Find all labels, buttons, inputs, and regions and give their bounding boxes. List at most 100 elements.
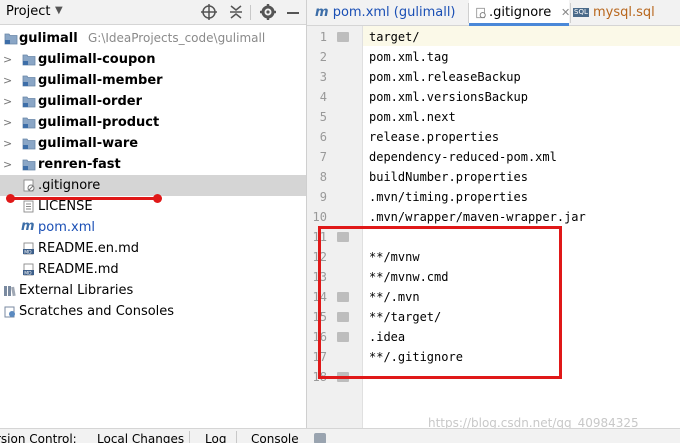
tree-root-gulimall[interactable]: gulimall G:\IdeaProjects_code\gulimall	[0, 28, 307, 49]
tree-module-gulimall-member[interactable]: > gulimall-member	[0, 70, 307, 91]
folder-icon	[4, 33, 18, 45]
module-folder-icon	[22, 117, 36, 129]
project-tree: gulimall G:\IdeaProjects_code\gulimall >…	[0, 28, 307, 322]
tab-separator	[189, 431, 190, 443]
annotation-underline	[10, 197, 158, 200]
tab-gitignore[interactable]: .gitignore ✕	[469, 0, 570, 26]
text-file-icon	[23, 200, 34, 213]
chevron-right-icon[interactable]: >	[3, 133, 12, 154]
module-folder-icon	[22, 54, 36, 66]
tree-external-libraries[interactable]: External Libraries	[0, 280, 307, 301]
line-number: 9	[319, 190, 327, 204]
module-folder-icon	[22, 138, 36, 150]
tab-log[interactable]: Log	[205, 432, 226, 443]
svg-text:MD: MD	[24, 249, 32, 255]
chevron-right-icon[interactable]: >	[3, 112, 12, 133]
code-line: pom.xml.next	[369, 110, 456, 124]
line-number: 7	[319, 150, 327, 164]
tree-file-gitignore[interactable]: .gitignore	[0, 175, 307, 196]
tab-mysql-sql[interactable]: SQL mysql.sql	[573, 0, 673, 26]
code-line: pom.xml.tag	[369, 50, 449, 64]
code-line: dependency-reduced-pom.xml	[369, 150, 557, 164]
gutter-row: 10	[307, 207, 363, 227]
tree-module-gulimall-order[interactable]: > gulimall-order	[0, 91, 307, 112]
tab-version-control[interactable]: rsion Control:	[0, 432, 77, 443]
code-line: .mvn/timing.properties	[369, 190, 528, 204]
maven-icon: m	[315, 5, 329, 20]
gutter-row: 3	[307, 67, 363, 87]
tab-separator	[236, 431, 237, 443]
tree-scratches-label: Scratches and Consoles	[19, 304, 175, 319]
tree-file-readme[interactable]: MD README.md	[0, 259, 307, 280]
sql-icon: SQL	[573, 8, 589, 17]
chevron-down-icon[interactable]: ▼	[55, 5, 63, 16]
code-line: pom.xml.versionsBackup	[369, 90, 528, 104]
minimize-icon[interactable]	[283, 2, 303, 22]
code-line: pom.xml.releaseBackup	[369, 70, 521, 84]
gutter-row: 8	[307, 167, 363, 187]
gutter-row: 2	[307, 47, 363, 67]
annotation-dot	[153, 194, 162, 203]
chevron-right-icon[interactable]: >	[3, 154, 12, 175]
module-folder-icon	[22, 159, 36, 171]
tree-file-label: README.md	[38, 262, 119, 277]
tree-file-label: pom.xml	[38, 220, 95, 235]
close-icon[interactable]	[314, 433, 326, 443]
tree-root-label: gulimall	[19, 31, 78, 46]
gutter-row: 6	[307, 127, 363, 147]
crosshair-icon[interactable]	[199, 2, 219, 22]
annotation-box	[318, 226, 562, 379]
tab-separator	[570, 3, 571, 23]
tab-label: mysql.sql	[593, 5, 655, 20]
line-number: 1	[319, 30, 327, 44]
tree-module-label: gulimall-coupon	[38, 52, 156, 67]
markdown-file-icon: MD	[23, 263, 34, 276]
gutter-row: 9	[307, 187, 363, 207]
tree-module-label: gulimall-product	[38, 115, 160, 130]
annotation-dot	[6, 194, 15, 203]
fold-marker-icon[interactable]	[337, 32, 349, 42]
tree-module-gulimall-product[interactable]: > gulimall-product	[0, 112, 307, 133]
module-folder-icon	[22, 96, 36, 108]
tree-module-label: gulimall-order	[38, 94, 142, 109]
tree-module-renren-fast[interactable]: > renren-fast	[0, 154, 307, 175]
line-number: 3	[319, 70, 327, 84]
tree-module-gulimall-ware[interactable]: > gulimall-ware	[0, 133, 307, 154]
gutter-row: 5	[307, 107, 363, 127]
tab-local-changes[interactable]: Local Changes	[97, 432, 184, 443]
tab-console[interactable]: Console	[251, 432, 299, 443]
chevron-right-icon[interactable]: >	[3, 49, 12, 70]
gitignore-icon	[476, 7, 486, 19]
gutter-row: 7	[307, 147, 363, 167]
gutter-row: 1	[307, 27, 363, 47]
markdown-file-icon: MD	[23, 242, 34, 255]
module-folder-icon	[22, 75, 36, 87]
code-line: target/	[369, 30, 420, 44]
svg-text:MD: MD	[24, 270, 32, 276]
code-line: release.properties	[369, 130, 500, 144]
tree-file-pom-xml[interactable]: m pom.xml	[0, 217, 307, 238]
code-line: buildNumber.properties	[369, 170, 528, 184]
gitignore-file-icon	[23, 179, 35, 192]
project-panel-header: Project ▼	[0, 0, 307, 25]
tree-root-path: G:\IdeaProjects_code\gulimall	[88, 31, 266, 45]
chevron-right-icon[interactable]: >	[3, 70, 12, 91]
collapse-icon[interactable]	[226, 2, 246, 22]
gear-icon[interactable]	[258, 2, 278, 22]
line-number: 5	[319, 110, 327, 124]
tree-scratches[interactable]: Scratches and Consoles	[0, 301, 307, 322]
tree-module-gulimall-coupon[interactable]: > gulimall-coupon	[0, 49, 307, 70]
line-number: 2	[319, 50, 327, 64]
tree-file-label: README.en.md	[38, 241, 139, 256]
tree-file-readme-en[interactable]: MD README.en.md	[0, 238, 307, 259]
chevron-right-icon[interactable]: >	[3, 91, 12, 112]
project-view-selector[interactable]: Project	[6, 4, 50, 19]
code-line: .mvn/wrapper/maven-wrapper.jar	[369, 210, 586, 224]
close-icon[interactable]: ✕	[561, 0, 570, 26]
header-divider	[250, 5, 251, 20]
scratches-icon	[4, 306, 15, 318]
tree-module-label: gulimall-ware	[38, 136, 139, 151]
tab-label: .gitignore	[489, 5, 552, 20]
tab-pom-xml[interactable]: m pom.xml (gulimall)	[311, 0, 467, 26]
tree-external-libraries-label: External Libraries	[19, 283, 134, 298]
